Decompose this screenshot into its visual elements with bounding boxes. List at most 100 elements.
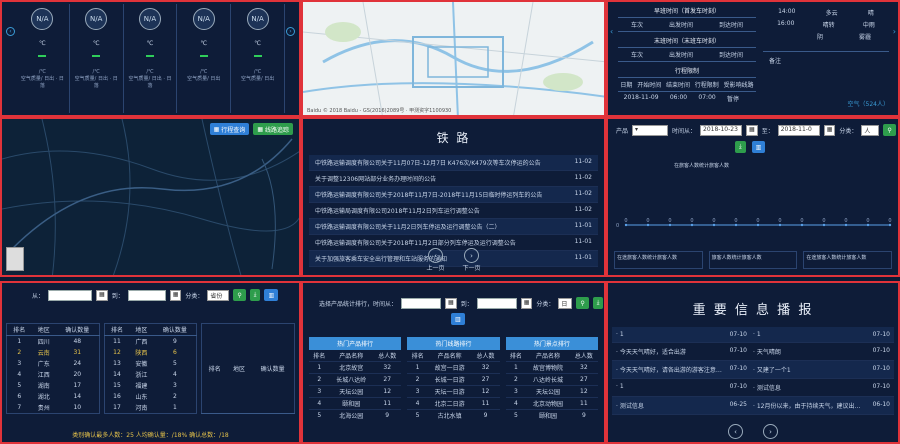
schedule-panel: ‹ › 早班时间（首发车时刻） 车次 出发时间 到达时间 末班时间（末班车时刻）… <box>606 0 900 117</box>
data-point[interactable] <box>822 223 826 227</box>
table-row[interactable]: 4 颐和园 11 <box>309 397 402 410</box>
status-bar <box>199 55 208 57</box>
date-to-input[interactable]: 2018-11-0 <box>777 124 820 136</box>
table-row[interactable]: 4 北京动物园 11 <box>505 397 598 410</box>
type-select[interactable]: 省份 <box>207 289 230 301</box>
download-button[interactable]: ⤓ <box>249 289 261 301</box>
date-to-input[interactable] <box>476 297 517 309</box>
search-button[interactable]: ⚲ <box>576 297 589 309</box>
data-point[interactable] <box>778 223 782 227</box>
data-point[interactable] <box>624 223 628 227</box>
table-row[interactable]: 5 北海公园 9 <box>309 409 402 422</box>
route-map[interactable] <box>2 119 301 277</box>
table-row[interactable]: 2 长城八达岭 27 <box>309 373 402 386</box>
next-arrow-icon[interactable]: › <box>286 27 295 36</box>
table-row[interactable]: 6 湖北 14 <box>7 391 100 402</box>
table-row[interactable]: 1 四川 48 <box>7 336 100 348</box>
chevron-right-icon[interactable]: › <box>763 424 778 439</box>
prev-page-button[interactable]: ‹ 上一页 <box>426 248 445 272</box>
top-map-panel[interactable]: Baidu © 2018 Baidu - GS(2016)2089号 · 甲测资… <box>301 0 606 117</box>
rail-notice-item[interactable]: 中铁路运输调度有限公司关于2018年11月7日-2018年11月15日临时停运列… <box>309 187 598 203</box>
search-icon: ⚲ <box>237 291 242 299</box>
table-row[interactable]: 4 北京二日游 11 <box>407 397 500 410</box>
table-row[interactable]: 7 贵州 10 <box>7 402 100 414</box>
table-row[interactable]: 2 云南 31 <box>7 347 100 358</box>
search-button[interactable]: ⚲ <box>883 124 896 136</box>
calendar-icon[interactable]: ▦ <box>96 289 108 301</box>
table-row[interactable]: 3 天坛一日游 12 <box>407 385 500 398</box>
rail-notice-item[interactable]: 中铁路运输调度有限公司关于11月07日-12月7日 K476次/K479次等车次… <box>309 155 598 171</box>
table-row[interactable]: 16 山东 2 <box>104 391 197 402</box>
line-track-button[interactable]: ▦ 线路追踪 <box>253 123 293 135</box>
column-header: 确认数量 <box>162 327 187 334</box>
calendar-icon[interactable]: ▦ <box>169 289 182 301</box>
table-row[interactable]: 2 八达岭长城 27 <box>505 373 598 386</box>
table-icon: ▥ <box>268 291 275 299</box>
table-row[interactable]: 12 陕西 6 <box>104 347 197 358</box>
calendar-icon[interactable]: ▦ <box>520 297 533 309</box>
download-button[interactable]: ⤓ <box>592 297 604 309</box>
train-query-button[interactable]: ▦ 行程查询 <box>209 123 250 135</box>
data-point[interactable] <box>646 223 650 227</box>
search-button[interactable]: ⚲ <box>233 289 246 301</box>
weather-status-icon: N/A <box>31 8 54 30</box>
cell-name: 贵州 <box>37 405 50 412</box>
calendar-icon[interactable]: ▦ <box>823 124 836 136</box>
info-row[interactable]: · 1 07-10 · 测试信息 07-10 <box>612 379 894 397</box>
prev-arrow-icon[interactable]: ‹ <box>610 27 613 36</box>
data-point[interactable] <box>888 223 892 227</box>
table-row[interactable]: 3 广东 24 <box>7 358 100 369</box>
table-row[interactable]: 15 福建 3 <box>104 380 197 391</box>
table-row[interactable]: 1 北京故宫 32 <box>309 361 402 374</box>
next-arrow-icon[interactable]: › <box>893 27 896 36</box>
rail-notice-item[interactable]: 中铁路运输局调度有限公司2018年11月2日列车运行调整公告 11-02 <box>309 203 598 219</box>
info-row[interactable]: · 今天天气晴好，适合出游 07-10 · 天气晴朗 07-10 <box>612 343 894 361</box>
data-point[interactable] <box>756 223 760 227</box>
notice-text: 中铁路运输调度有限公司关于2018年11月7日-2018年11月15日临时停运列… <box>315 192 543 199</box>
type-select[interactable]: 日 <box>558 297 573 309</box>
large-map-panel[interactable]: ▦ 行程查询 ▦ 线路追踪 <box>0 117 301 277</box>
table-row[interactable]: 1 故宫一日游 32 <box>407 361 500 374</box>
calendar-icon[interactable]: ▦ <box>746 124 758 136</box>
table-row[interactable]: 1 故宫博物院 32 <box>505 361 598 374</box>
download-button[interactable]: ⤓ <box>735 141 746 153</box>
table-button[interactable]: ▥ <box>751 141 766 153</box>
table-button[interactable]: ▥ <box>451 313 465 325</box>
table-row[interactable]: 2 长城一日游 27 <box>407 373 500 386</box>
date-from-input[interactable]: 2018-10-23 <box>700 124 743 136</box>
data-point[interactable] <box>866 223 870 227</box>
chevron-left-icon[interactable]: ‹ <box>728 424 743 439</box>
info-row[interactable]: · 今天天气晴好，请各出游的游客注意交通安全07-10· 又建了一个107-10 <box>612 361 894 379</box>
info-row[interactable]: · 1 07-10 · 1 07-10 <box>612 327 894 343</box>
date-to-input[interactable] <box>127 289 166 301</box>
table-row[interactable]: 14 浙江 4 <box>104 369 197 380</box>
table-row[interactable]: 11 广西 9 <box>104 336 197 348</box>
next-page-button[interactable]: › 下一页 <box>463 248 481 272</box>
date-from-input[interactable] <box>48 289 93 301</box>
calendar-icon[interactable]: ▦ <box>445 297 457 309</box>
rail-notice-item[interactable]: 中铁路运输调度有限公司关于11月2日列车停运及运行调整公告（二） 11-01 <box>309 219 598 235</box>
table-row[interactable]: 17 河南 1 <box>104 402 197 414</box>
city-map[interactable] <box>303 2 606 117</box>
data-point[interactable] <box>800 223 804 227</box>
table-row[interactable]: 3 天坛公园 12 <box>309 385 402 398</box>
table-row[interactable]: 5 颐和园 9 <box>505 409 598 422</box>
zoom-control[interactable] <box>6 247 24 271</box>
data-point[interactable] <box>712 223 716 227</box>
table-row[interactable]: 13 安徽 5 <box>104 358 197 369</box>
table-button[interactable]: ▥ <box>264 289 279 301</box>
product-select[interactable]: ▾ <box>632 124 669 136</box>
data-point[interactable] <box>844 223 848 227</box>
table-row[interactable]: 3 天坛公园 12 <box>505 385 598 398</box>
table-row[interactable]: 5 古北水镇 9 <box>407 409 500 422</box>
date-from-input[interactable] <box>401 297 442 309</box>
table-row[interactable]: 5 湖南 17 <box>7 380 100 391</box>
info-row[interactable]: · 测试信息 06-25 · 12月份以来，由于持续天气，建议出游客注意保暖... 0… <box>612 397 894 415</box>
data-point[interactable] <box>690 223 694 227</box>
table-row[interactable]: 4 江西 20 <box>7 369 100 380</box>
prev-arrow-icon[interactable]: ‹ <box>6 27 15 36</box>
data-point[interactable] <box>734 223 738 227</box>
type-select[interactable]: 人 <box>861 124 880 136</box>
data-point[interactable] <box>668 223 672 227</box>
rail-notice-item[interactable]: 关于调整12306网站部分业务办理时间的公告 11-02 <box>309 171 598 187</box>
